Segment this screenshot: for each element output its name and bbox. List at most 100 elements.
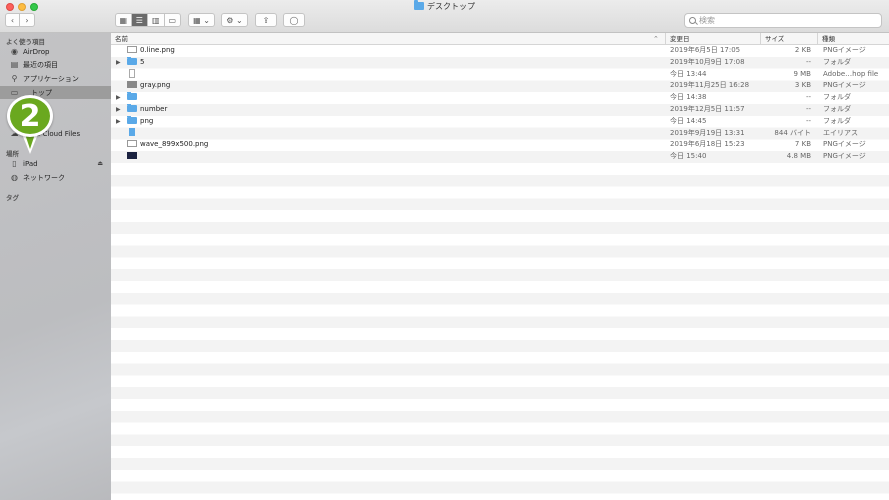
file-name: number	[140, 105, 168, 113]
column-header-name[interactable]: 名前	[111, 33, 665, 45]
file-name: wave_899x500.png	[140, 140, 209, 149]
table-row[interactable]: 0.line.png 2019年6月5日 17:05 2 KB PNGイメージ	[111, 45, 889, 57]
tag-icon: ◯	[289, 15, 299, 25]
file-name-cell: 0.line.png	[127, 45, 657, 57]
file-size: 2 KB	[794, 46, 811, 54]
table-row[interactable]: 2019年9月19日 13:31 844 バイト エイリアス	[111, 127, 889, 140]
file-icon	[129, 68, 135, 78]
step-badge-number: 2	[19, 98, 41, 134]
file-list-pane: 名前 ⌃ 変更日 サイズ 種類 0.line.png 2019年6月5日 17:0…	[111, 33, 889, 500]
folder-icon	[127, 92, 137, 101]
file-icon	[127, 140, 137, 148]
file-date: 2019年6月5日 17:05	[670, 46, 741, 54]
table-row[interactable]: ▶ png 今日 14:45 -- フォルダ	[111, 115, 889, 128]
tag-button[interactable]: ◯	[283, 13, 305, 27]
file-name-cell: gray.png	[127, 80, 657, 92]
applications-icon: ⚲	[11, 74, 18, 83]
file-kind: フォルダ	[823, 116, 851, 125]
file-kind: Adobe…hop file	[823, 69, 879, 78]
file-date: 今日 13:44	[670, 69, 707, 78]
file-date: 2019年9月19日 13:31	[670, 128, 745, 137]
disclosure-triangle-icon[interactable]: ▶	[116, 104, 121, 116]
sidebar-item-desktop[interactable]: ▭ トップ	[0, 86, 111, 99]
disclosure-triangle-icon[interactable]: ▶	[116, 57, 121, 69]
table-row[interactable]: wave_899x500.png 2019年6月18日 15:23 7 KB PNGイ…	[111, 139, 889, 151]
gallery-icon: ▭	[168, 15, 177, 25]
recents-icon: ▤	[10, 60, 19, 69]
gallery-view-button[interactable]: ▭	[165, 14, 180, 26]
sidebar-item-airdrop[interactable]: ◉ AirDrop	[0, 45, 111, 58]
list-view-button[interactable]: ☰	[131, 14, 149, 26]
file-name-cell: number	[127, 104, 657, 116]
file-size: 3 KB	[794, 81, 811, 90]
sidebar-item-network[interactable]: ◍ ネットワーク	[0, 171, 111, 184]
file-kind: PNGイメージ	[823, 81, 866, 90]
sidebar-item-label: iPad	[23, 159, 38, 168]
search-field[interactable]	[684, 13, 882, 28]
back-button[interactable]: ‹	[6, 14, 21, 26]
view-mode-control: ▦ ☰ ▥ ▭	[115, 13, 181, 27]
file-size: 844 バイト	[774, 128, 811, 137]
column-header-date[interactable]: 変更日	[665, 33, 760, 45]
desktop-icon: ▭	[10, 88, 19, 97]
group-icon: ▦ ⌄	[193, 15, 210, 25]
sidebar-item-applications[interactable]: ⚲ アプリケーション	[0, 72, 111, 85]
window-title-text: デスクトップ	[427, 2, 475, 11]
file-size: 4.8 MB	[786, 152, 811, 161]
sidebar-item-label: 最近の項目	[23, 60, 58, 69]
grid-icon: ▦	[119, 15, 128, 25]
search-input[interactable]	[699, 16, 869, 25]
tags-header: タグ	[6, 194, 19, 202]
file-icon	[129, 127, 135, 136]
folder-icon	[127, 104, 137, 112]
file-icon	[127, 46, 137, 53]
sidebar-item-ipad[interactable]: ▯ iPad ⏏	[0, 157, 111, 170]
file-name: gray.png	[140, 81, 171, 90]
file-date: 2019年12月5日 11:57	[670, 105, 745, 113]
file-icon	[127, 152, 137, 160]
table-row[interactable]: ▶ 今日 14:38 -- フォルダ	[111, 92, 889, 104]
step-badge: 2	[7, 95, 53, 137]
back-forward-control: ‹ ›	[5, 13, 35, 27]
file-kind: PNGイメージ	[823, 140, 866, 149]
action-button[interactable]: ⚙ ⌄	[221, 13, 248, 27]
file-rows: 0.line.png 2019年6月5日 17:05 2 KB PNGイメージ ▶ 5 20…	[111, 45, 889, 500]
disclosure-triangle-icon[interactable]: ▶	[116, 92, 121, 104]
chevron-left-icon: ‹	[10, 15, 15, 25]
table-row[interactable]: 今日 15:40 4.8 MB PNGイメージ	[111, 151, 889, 163]
table-row[interactable]: ▶ 5 2019年10月9日 17:08 -- フォルダ	[111, 56, 889, 69]
file-date: 2019年11月25日 16:28	[670, 81, 750, 90]
file-date: 2019年10月9日 17:08	[670, 57, 745, 66]
gear-icon: ⚙ ⌄	[226, 15, 243, 25]
file-kind: PNGイメージ	[823, 46, 866, 54]
ipad-icon: ▯	[12, 159, 17, 168]
table-row[interactable]: gray.png 2019年11月25日 16:28 3 KB PNGイメージ	[111, 80, 889, 92]
sidebar-item-label: アプリケーション	[23, 74, 79, 83]
sort-indicator-icon: ⌃	[653, 35, 659, 43]
table-row[interactable]: ▶ number 2019年12月5日 11:57 -- フォルダ	[111, 104, 889, 116]
disclosure-triangle-icon[interactable]: ▶	[116, 116, 121, 128]
file-size: 7 KB	[794, 140, 811, 149]
file-size: 9 MB	[793, 69, 811, 78]
share-icon: ⇪	[262, 15, 270, 25]
eject-icon[interactable]: ⏏	[97, 160, 103, 167]
table-row[interactable]: 今日 13:44 9 MB Adobe…hop file	[111, 68, 889, 81]
column-view-button[interactable]: ▥	[148, 14, 165, 26]
file-date: 今日 14:38	[670, 93, 707, 102]
column-header-kind[interactable]: 種類	[817, 33, 889, 45]
file-name-cell	[127, 151, 657, 163]
chevron-right-icon: ›	[25, 15, 29, 25]
file-name-cell	[127, 92, 657, 104]
share-button[interactable]: ⇪	[255, 13, 277, 27]
file-name: 5	[140, 57, 145, 66]
forward-button[interactable]: ›	[20, 14, 34, 26]
file-kind: エイリアス	[823, 128, 858, 137]
icon-view-button[interactable]: ▦	[116, 14, 132, 26]
sidebar-item-recents[interactable]: ▤ 最近の項目	[0, 58, 111, 71]
column-header-size[interactable]: サイズ	[760, 33, 817, 45]
network-icon: ◍	[11, 173, 18, 182]
file-name-cell: wave_899x500.png	[127, 139, 657, 151]
file-name: png	[140, 116, 154, 125]
group-button[interactable]: ▦ ⌄	[188, 13, 215, 27]
folder-icon	[414, 0, 424, 10]
